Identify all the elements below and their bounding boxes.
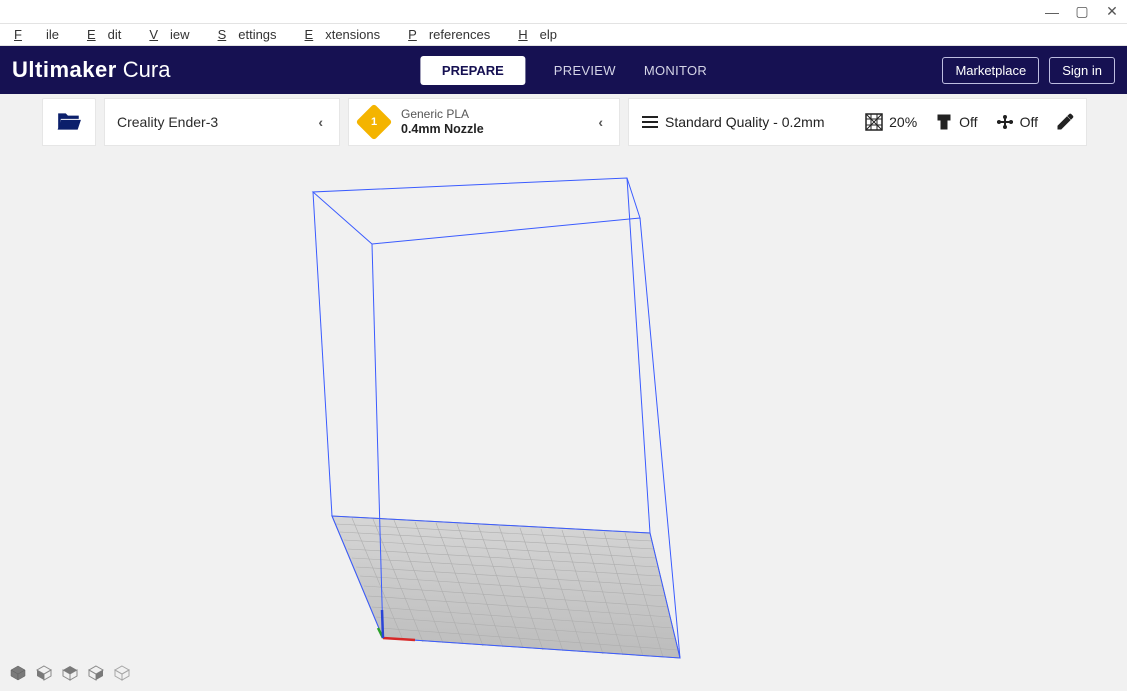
menu-file[interactable]: File — [2, 26, 71, 43]
sign-in-button[interactable]: Sign in — [1049, 57, 1115, 84]
brand-text-1: Ultimaker — [12, 57, 117, 83]
menu-extensions[interactable]: Extensions — [293, 26, 393, 43]
menu-view[interactable]: View — [137, 26, 201, 43]
view-left-button[interactable] — [88, 665, 104, 681]
open-file-button[interactable] — [42, 98, 96, 146]
folder-open-icon — [56, 110, 82, 135]
tab-preview[interactable]: PREVIEW — [554, 63, 616, 78]
brand-text-2: Cura — [123, 57, 171, 83]
support-value: Off — [959, 114, 977, 130]
material-name: Generic PLA — [401, 108, 484, 122]
app-header: Ultimaker Cura PREPARE PREVIEW MONITOR M… — [0, 46, 1127, 94]
menu-settings[interactable]: Settings — [206, 26, 289, 43]
menu-bar: File Edit View Settings Extensions Prefe… — [0, 24, 1127, 46]
menu-edit[interactable]: Edit — [75, 26, 133, 43]
menu-preferences[interactable]: Preferences — [396, 26, 502, 43]
window-maximize-button[interactable]: ▢ — [1073, 3, 1091, 21]
view-3d-button[interactable] — [10, 665, 26, 681]
print-settings-bar[interactable]: Standard Quality - 0.2mm 20% Off Off — [628, 98, 1087, 146]
adhesion-setting: Off — [996, 113, 1038, 131]
build-volume-cube — [300, 158, 750, 678]
material-text: Generic PLA 0.4mm Nozzle — [401, 108, 484, 136]
window-close-button[interactable]: ✕ — [1103, 3, 1121, 21]
adhesion-icon — [996, 113, 1014, 131]
infill-setting: 20% — [865, 113, 917, 131]
menu-help[interactable]: Help — [506, 26, 569, 43]
infill-icon — [865, 113, 883, 131]
build-viewport[interactable] — [0, 146, 1127, 691]
infill-value: 20% — [889, 114, 917, 130]
titlebar: — ▢ ✕ — [0, 0, 1127, 24]
marketplace-button[interactable]: Marketplace — [942, 57, 1039, 84]
chevron-left-icon: ‹ — [314, 114, 327, 130]
printer-name: Creality Ender-3 — [117, 114, 218, 130]
tab-monitor[interactable]: MONITOR — [644, 63, 707, 78]
stage-tabs: PREPARE PREVIEW MONITOR — [420, 56, 707, 85]
quality-setting: Standard Quality - 0.2mm — [641, 113, 825, 131]
material-selector[interactable]: 1 Generic PLA 0.4mm Nozzle ‹ — [348, 98, 620, 146]
view-orientation-buttons — [10, 665, 130, 681]
view-front-button[interactable] — [36, 665, 52, 681]
adhesion-value: Off — [1020, 114, 1038, 130]
edit-settings-button[interactable] — [1056, 113, 1074, 131]
nozzle-size: 0.4mm Nozzle — [401, 122, 484, 136]
header-actions: Marketplace Sign in — [942, 57, 1115, 84]
pencil-icon — [1056, 113, 1074, 131]
support-setting: Off — [935, 113, 977, 131]
view-top-button[interactable] — [62, 665, 78, 681]
support-icon — [935, 113, 953, 131]
brand-logo: Ultimaker Cura — [12, 57, 170, 83]
quality-label: Standard Quality - 0.2mm — [665, 114, 825, 130]
window-minimize-button[interactable]: — — [1043, 3, 1061, 21]
view-right-button[interactable] — [114, 665, 130, 681]
config-bar: Creality Ender-3 ‹ 1 Generic PLA 0.4mm N… — [0, 98, 1127, 146]
tab-prepare[interactable]: PREPARE — [420, 56, 526, 85]
chevron-left-icon: ‹ — [594, 114, 607, 130]
extruder-badge-icon: 1 — [356, 104, 393, 141]
layers-icon — [641, 113, 659, 131]
printer-selector[interactable]: Creality Ender-3 ‹ — [104, 98, 340, 146]
